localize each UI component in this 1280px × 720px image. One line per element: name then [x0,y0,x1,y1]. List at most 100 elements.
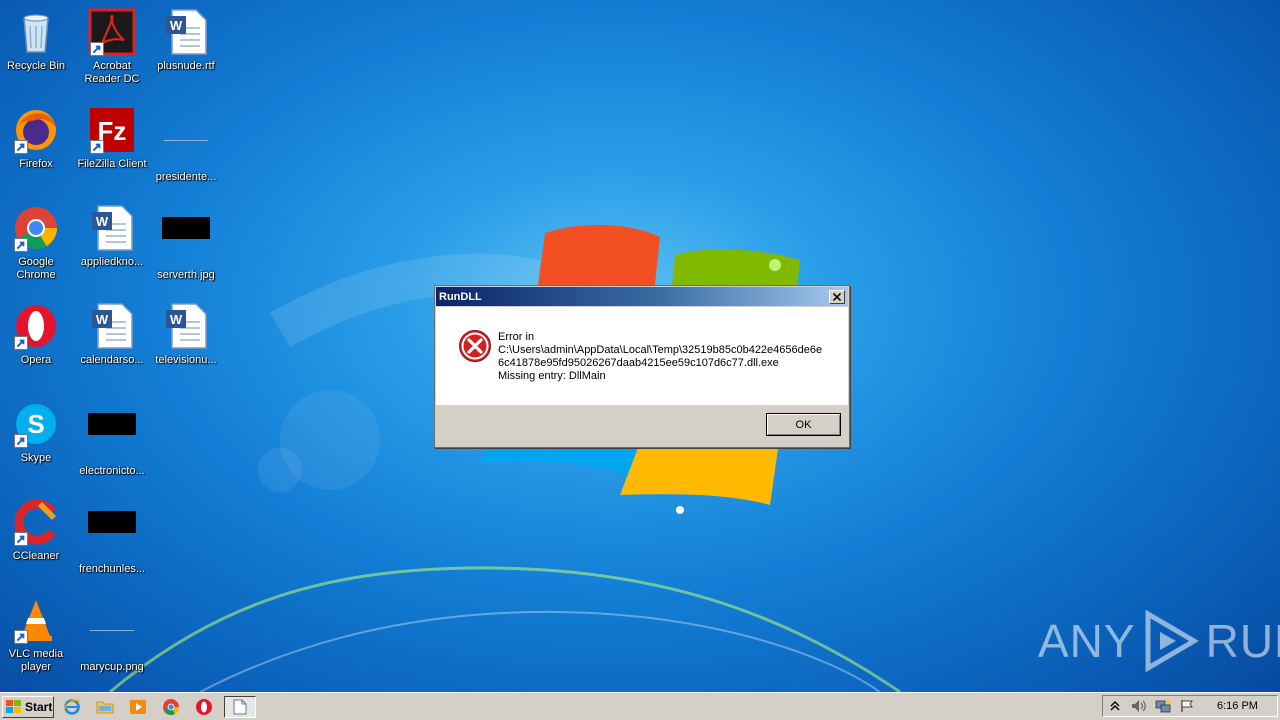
svg-text:W: W [170,18,183,33]
desktop-icon-label: marycup.png [80,661,144,673]
desktop-icon-google-chrome[interactable]: Google Chrome [0,204,74,282]
word-document-icon: W [92,205,133,251]
tray-network[interactable] [1155,698,1171,714]
watermark-text-run: RUN [1205,615,1280,667]
document-icon [233,699,247,714]
dialog-title-bar[interactable]: RunDLL [436,287,848,306]
error-icon [459,330,491,362]
start-label: Start [25,699,53,714]
desktop-icon-label: Firefox [19,158,53,170]
shortcut-arrow-icon [14,434,28,448]
image-thumbnail [88,413,136,435]
desktop-icon-label: CCleaner [12,550,60,562]
chevron-up-icon [1110,701,1120,711]
desktop-icon-label: electronicto... [79,465,145,477]
opera-icon [196,698,212,715]
dialog-message-area: Error in C:\Users\admin\AppData\Local\Te… [436,307,848,405]
image-thumbnail [162,217,210,239]
internet-explorer-icon [63,698,81,715]
quicklaunch-internet-explorer[interactable] [60,696,84,718]
chrome-icon [163,698,180,715]
ok-button[interactable]: OK [766,413,841,436]
desktop-icon-label: serverth.jpg [157,269,215,281]
desktop-icon-vlc[interactable]: VLC media player [0,596,74,674]
taskbar-window-button[interactable] [224,695,256,718]
tray-expand-button[interactable] [1107,698,1123,714]
desktop-icon-opera[interactable]: Opera [0,302,74,367]
quicklaunch-chrome[interactable] [159,696,183,718]
shortcut-arrow-icon [14,238,28,252]
network-icon [1155,699,1171,713]
svg-text:S: S [27,409,44,439]
rundll-error-dialog: RunDLL Error in C:\Users\admin\AppData\L… [434,285,850,448]
desktop-icon-label: frenchunles... [78,563,146,575]
desktop-icon-label: Acrobat Reader DC [84,60,140,85]
svg-text:W: W [170,312,183,327]
tray-volume[interactable] [1131,698,1147,714]
shortcut-arrow-icon [14,532,28,546]
desktop-icon-label: VLC media player [8,648,64,673]
error-message-line: Error in [498,331,535,343]
error-message-line: 6c41878e95fd95026267daab4215ee59c107d6c7… [498,357,779,369]
desktop-icon-label: plusnude.rtf [157,60,215,72]
desktop-icon-marycup[interactable]: marycup.png [74,596,150,674]
quicklaunch-media-player[interactable] [126,696,150,718]
desktop-icon-label: televisionu... [155,354,217,366]
desktop-icon-serverth-jpg[interactable]: serverth.jpg [148,204,224,282]
image-thumbnail [90,609,134,631]
play-triangle-icon [1145,610,1199,672]
folder-icon [96,701,114,713]
desktop-icon-televisionu-doc[interactable]: W televisionu... [148,302,224,367]
desktop-icon-ccleaner[interactable]: CCleaner [0,498,74,563]
desktop-icon-appliedkno-doc[interactable]: W appliedkno... [74,204,150,269]
media-player-icon [130,699,146,714]
taskbar-clock[interactable]: 6:16 PM [1217,700,1258,712]
dialog-close-button[interactable] [829,289,845,304]
desktop-icon-label: presidente... [155,171,217,183]
tray-action-center[interactable] [1179,698,1195,714]
desktop-icon-calendarso-doc[interactable]: W calendarso... [74,302,150,367]
desktop-icon-recycle-bin[interactable]: Recycle Bin [0,8,74,73]
flag-icon [1181,700,1193,712]
shortcut-arrow-icon [90,140,104,154]
shortcut-arrow-icon [90,42,104,56]
shortcut-arrow-icon [14,336,28,350]
error-message: Error in C:\Users\admin\AppData\Local\Te… [498,331,828,383]
desktop-icon-label: calendarso... [80,354,144,366]
shortcut-arrow-icon [14,630,28,644]
svg-text:W: W [96,214,109,229]
image-thumbnail [88,511,136,533]
desktop-icon-plusnude-rtf[interactable]: W plusnude.rtf [148,8,224,73]
windows-flag-icon [6,699,21,713]
desktop-icon-electronicto[interactable]: electronicto... [74,400,150,478]
desktop-icon-frenchunles[interactable]: frenchunles... [74,498,150,576]
desktop-icon-label: Opera [20,354,52,366]
desktop-icon-label: Skype [20,452,52,464]
shortcut-arrow-icon [14,140,28,154]
error-message-line: C:\Users\admin\AppData\Local\Temp\32519b… [498,344,823,356]
speaker-icon [1132,700,1146,712]
word-document-icon: W [92,303,133,349]
desktop-icon-filezilla[interactable]: Fz FileZilla Client [74,106,150,171]
start-button[interactable]: Start [2,695,54,718]
svg-text:W: W [96,312,109,327]
quicklaunch-opera[interactable] [192,696,216,718]
quick-launch [60,696,216,718]
desktop-icon-skype[interactable]: S Skype [0,400,74,465]
taskbar: Start 6:16 PM [0,692,1280,720]
image-thumbnail [164,119,208,141]
desktop-icon-presidente[interactable]: presidente... [148,106,224,184]
word-document-icon: W [166,303,207,349]
recycle-bin-icon [23,14,49,53]
watermark-text-any: ANY [1038,615,1136,667]
desktop-icon-label: Google Chrome [16,256,56,281]
desktop-icon-label: Recycle Bin [6,60,66,72]
error-message-line: Missing entry: DllMain [498,370,606,382]
desktop-icon-label: FileZilla Client [77,158,147,170]
word-document-icon: W [166,9,207,55]
quicklaunch-file-explorer[interactable] [93,696,117,718]
close-icon [833,292,841,301]
desktop-icon-firefox[interactable]: Firefox [0,106,74,171]
desktop-icon-acrobat-reader[interactable]: Acrobat Reader DC [74,8,150,86]
system-tray: 6:16 PM [1102,695,1278,717]
